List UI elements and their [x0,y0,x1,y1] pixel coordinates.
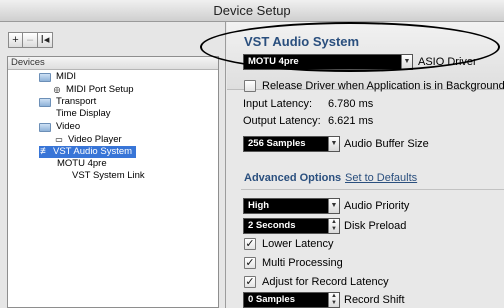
release-driver-label: Release Driver when Application is in Ba… [262,80,504,92]
advanced-options-title: Advanced Options [244,172,342,184]
sidebar-item-vst-system-link[interactable]: VST System Link [72,170,145,182]
stepper-icon[interactable]: ▲ ▼ [328,293,339,307]
buffer-size-label: Audio Buffer Size [344,138,429,150]
asio-driver-select[interactable]: MOTU 4pre ▼ [243,54,413,70]
disk-preload-value: 2 Seconds [248,220,296,231]
audio-priority-value: High [248,200,270,211]
stepper-icon[interactable]: ▲ ▼ [328,219,339,233]
devices-pane: + – Ⅰ◂ Devices MIDI ◎ MIDI Port Setup Tr… [0,22,226,308]
advanced-divider [241,189,504,190]
chevron-down-icon: ▼ [328,137,339,151]
audio-system-icon: ≢ [40,146,50,157]
sidebar-item-midi-port-setup[interactable]: ◎ MIDI Port Setup [52,84,134,96]
disk-preload-stepper[interactable]: 2 Seconds ▲ ▼ [243,218,340,234]
chevron-down-icon: ▼ [401,55,412,69]
audio-priority-select[interactable]: High ▼ [243,198,340,214]
add-device-button[interactable]: + [8,32,23,48]
sidebar-item-time-display[interactable]: Time Display [56,108,111,120]
release-driver-checkbox[interactable] [244,80,256,92]
sidebar-item-motu-4pre[interactable]: MOTU 4pre [57,158,107,170]
sidebar-item-vst-audio-system[interactable]: ≢ VST Audio System [39,146,137,158]
multi-processing-checkbox[interactable]: ✓ [244,257,256,269]
sidebar-item-label: VST Audio System [53,146,133,157]
sidebar-item-video-player[interactable]: ▭ Video Player [54,134,122,146]
devices-list-header: Devices [8,57,218,70]
sidebar-item-label: MIDI [56,71,77,82]
buffer-size-select[interactable]: 256 Samples ▼ [243,136,340,152]
sidebar-item-transport[interactable]: Transport [39,96,96,108]
window-title: Device Setup [0,0,504,22]
output-latency-value: 6.621 ms [328,115,374,127]
lower-latency-label: Lower Latency [262,238,334,250]
page-title: VST Audio System [244,34,360,49]
video-player-icon: ▭ [55,135,63,144]
sidebar-item-video[interactable]: Video [39,121,80,133]
record-shift-stepper[interactable]: 0 Samples ▲ ▼ [243,292,340,308]
adjust-record-latency-checkbox[interactable]: ✓ [244,276,256,288]
settings-pane: VST Audio System MOTU 4pre ▼ ASIO Driver… [227,22,504,308]
record-shift-label: Record Shift [344,294,405,306]
sidebar-item-label: Time Display [56,108,111,119]
sidebar-item-label: Video [56,121,81,132]
disk-preload-label: Disk Preload [344,220,407,232]
set-to-defaults-link[interactable]: Set to Defaults [345,172,417,184]
record-shift-value: 0 Samples [248,294,295,305]
input-latency-value: 6.780 ms [328,98,374,110]
device-toolbar: + – Ⅰ◂ [8,32,53,48]
reset-device-button[interactable]: Ⅰ◂ [38,32,53,48]
sidebar-item-label: MOTU 4pre [57,158,107,169]
asio-driver-value: MOTU 4pre [248,56,299,67]
lower-latency-checkbox[interactable]: ✓ [244,238,256,250]
audio-priority-label: Audio Priority [344,200,410,212]
folder-icon [39,97,51,107]
output-latency-label: Output Latency: [243,115,321,127]
chevron-down-icon: ▼ [328,199,339,213]
sidebar-item-label: Video Player [68,134,122,145]
asio-driver-label: ASIO Driver [418,56,477,68]
sidebar-item-label: VST System Link [72,170,145,181]
folder-icon [39,72,51,82]
sidebar-item-label: MIDI Port Setup [66,84,134,95]
sidebar-item-midi[interactable]: MIDI [39,71,76,83]
sidebar-item-label: Transport [56,96,97,107]
buffer-size-value: 256 Samples [248,138,306,149]
remove-device-button[interactable]: – [23,32,38,48]
devices-list: Devices MIDI ◎ MIDI Port Setup Transport… [7,56,219,308]
midi-port-icon: ◎ [53,85,61,94]
input-latency-label: Input Latency: [243,98,313,110]
adjust-record-latency-label: Adjust for Record Latency [262,276,389,288]
folder-icon [39,122,51,132]
multi-processing-label: Multi Processing [262,257,343,269]
